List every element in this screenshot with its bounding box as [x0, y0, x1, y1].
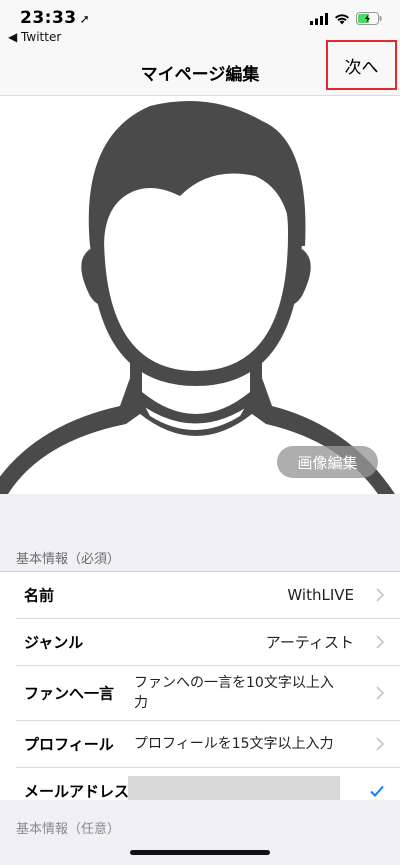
- email-field[interactable]: [128, 776, 340, 802]
- back-to-app-link[interactable]: ◀ Twitter: [8, 30, 61, 44]
- email-label: メールアドレス: [24, 782, 130, 801]
- status-icons: [310, 12, 382, 25]
- wifi-icon: [335, 13, 349, 24]
- fan-message-placeholder: ファンへの一言を10文字以上入力: [134, 675, 334, 711]
- chevron-right-icon: [376, 737, 384, 751]
- next-button-label: 次へ: [344, 57, 379, 78]
- genre-label: ジャンル: [24, 633, 84, 652]
- chevron-right-icon: [376, 635, 384, 649]
- genre-row[interactable]: ジャンル アーティスト: [16, 619, 400, 666]
- edit-image-label: 画像編集: [297, 453, 358, 472]
- battery-icon: [356, 12, 382, 25]
- name-value: WithLIVE: [287, 586, 354, 604]
- edit-image-button[interactable]: 画像編集: [277, 446, 378, 478]
- profile-row[interactable]: プロフィール プロフィールを15文字以上入力: [16, 721, 400, 768]
- chevron-right-icon: [376, 588, 384, 602]
- name-row[interactable]: 名前 WithLIVE: [16, 572, 400, 619]
- profile-placeholder: プロフィールを15文字以上入力: [134, 736, 334, 752]
- profile-label: プロフィール: [24, 735, 114, 754]
- next-button[interactable]: 次へ: [326, 40, 397, 90]
- basic-info-form: 名前 WithLIVE ジャンル アーティスト ファンへ一言 ファンへの一言を1…: [0, 571, 400, 815]
- genre-value: アーティスト: [265, 633, 354, 652]
- avatar-placeholder-icon: [0, 101, 395, 494]
- profile-image-area: 画像編集: [0, 96, 400, 494]
- fan-message-row[interactable]: ファンへ一言 ファンへの一言を10文字以上入力: [16, 666, 400, 721]
- fan-message-label: ファンへ一言: [24, 684, 115, 703]
- checkmark-icon: [370, 785, 384, 797]
- status-time: 23:33 ➚: [20, 8, 90, 28]
- section-header-optional: 基本情報（任意）: [16, 822, 121, 837]
- home-indicator[interactable]: [130, 850, 270, 855]
- location-arrow-icon: ➚: [79, 12, 91, 26]
- status-time-text: 23:33: [20, 8, 77, 28]
- navigation-bar: マイページ編集 次へ: [0, 40, 400, 96]
- section-header-required: 基本情報（必須）: [16, 552, 121, 567]
- chevron-right-icon: [376, 686, 384, 700]
- signal-icon: [310, 12, 328, 25]
- name-label: 名前: [24, 586, 55, 605]
